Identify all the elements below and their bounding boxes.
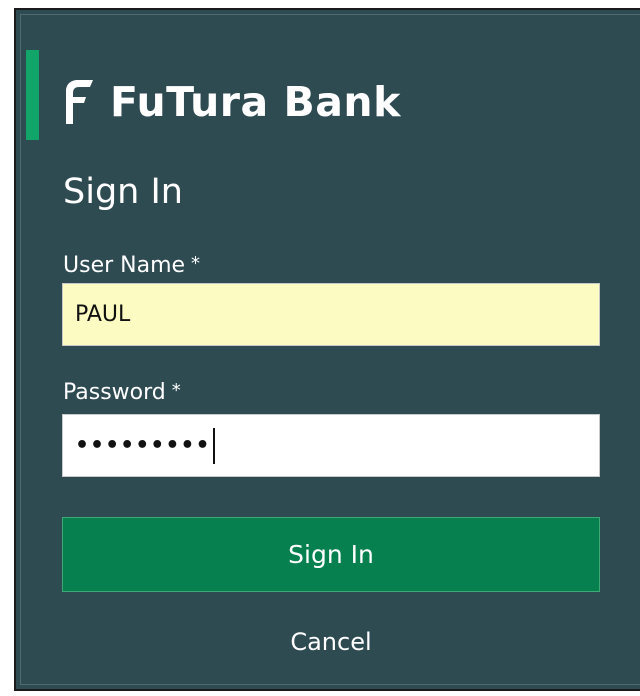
username-label: User Name * xyxy=(63,253,200,278)
username-required-mark: * xyxy=(191,253,201,274)
password-required-mark: * xyxy=(171,380,181,401)
cancel-button[interactable]: Cancel xyxy=(62,620,600,664)
brand-header: FuTura Bank xyxy=(62,72,401,132)
login-panel: FuTura Bank Sign In User Name * PAUL Pass… xyxy=(14,8,640,691)
username-label-text: User Name xyxy=(63,253,186,278)
username-input[interactable]: PAUL xyxy=(62,283,600,346)
username-value: PAUL xyxy=(75,302,131,327)
brand-accent-bar xyxy=(26,50,39,140)
text-caret xyxy=(212,427,215,464)
password-label: Password * xyxy=(63,380,181,405)
sign-in-button[interactable]: Sign In xyxy=(62,517,600,592)
password-label-text: Password xyxy=(63,380,166,405)
login-window: FuTura Bank Sign In User Name * PAUL Pass… xyxy=(0,0,640,696)
futura-logo-icon xyxy=(66,80,93,124)
page-title: Sign In xyxy=(63,172,183,212)
password-input[interactable]: ••••••••• xyxy=(62,414,600,477)
brand-name: FuTura Bank xyxy=(110,78,401,126)
password-masked-value: ••••••••• xyxy=(75,433,211,458)
